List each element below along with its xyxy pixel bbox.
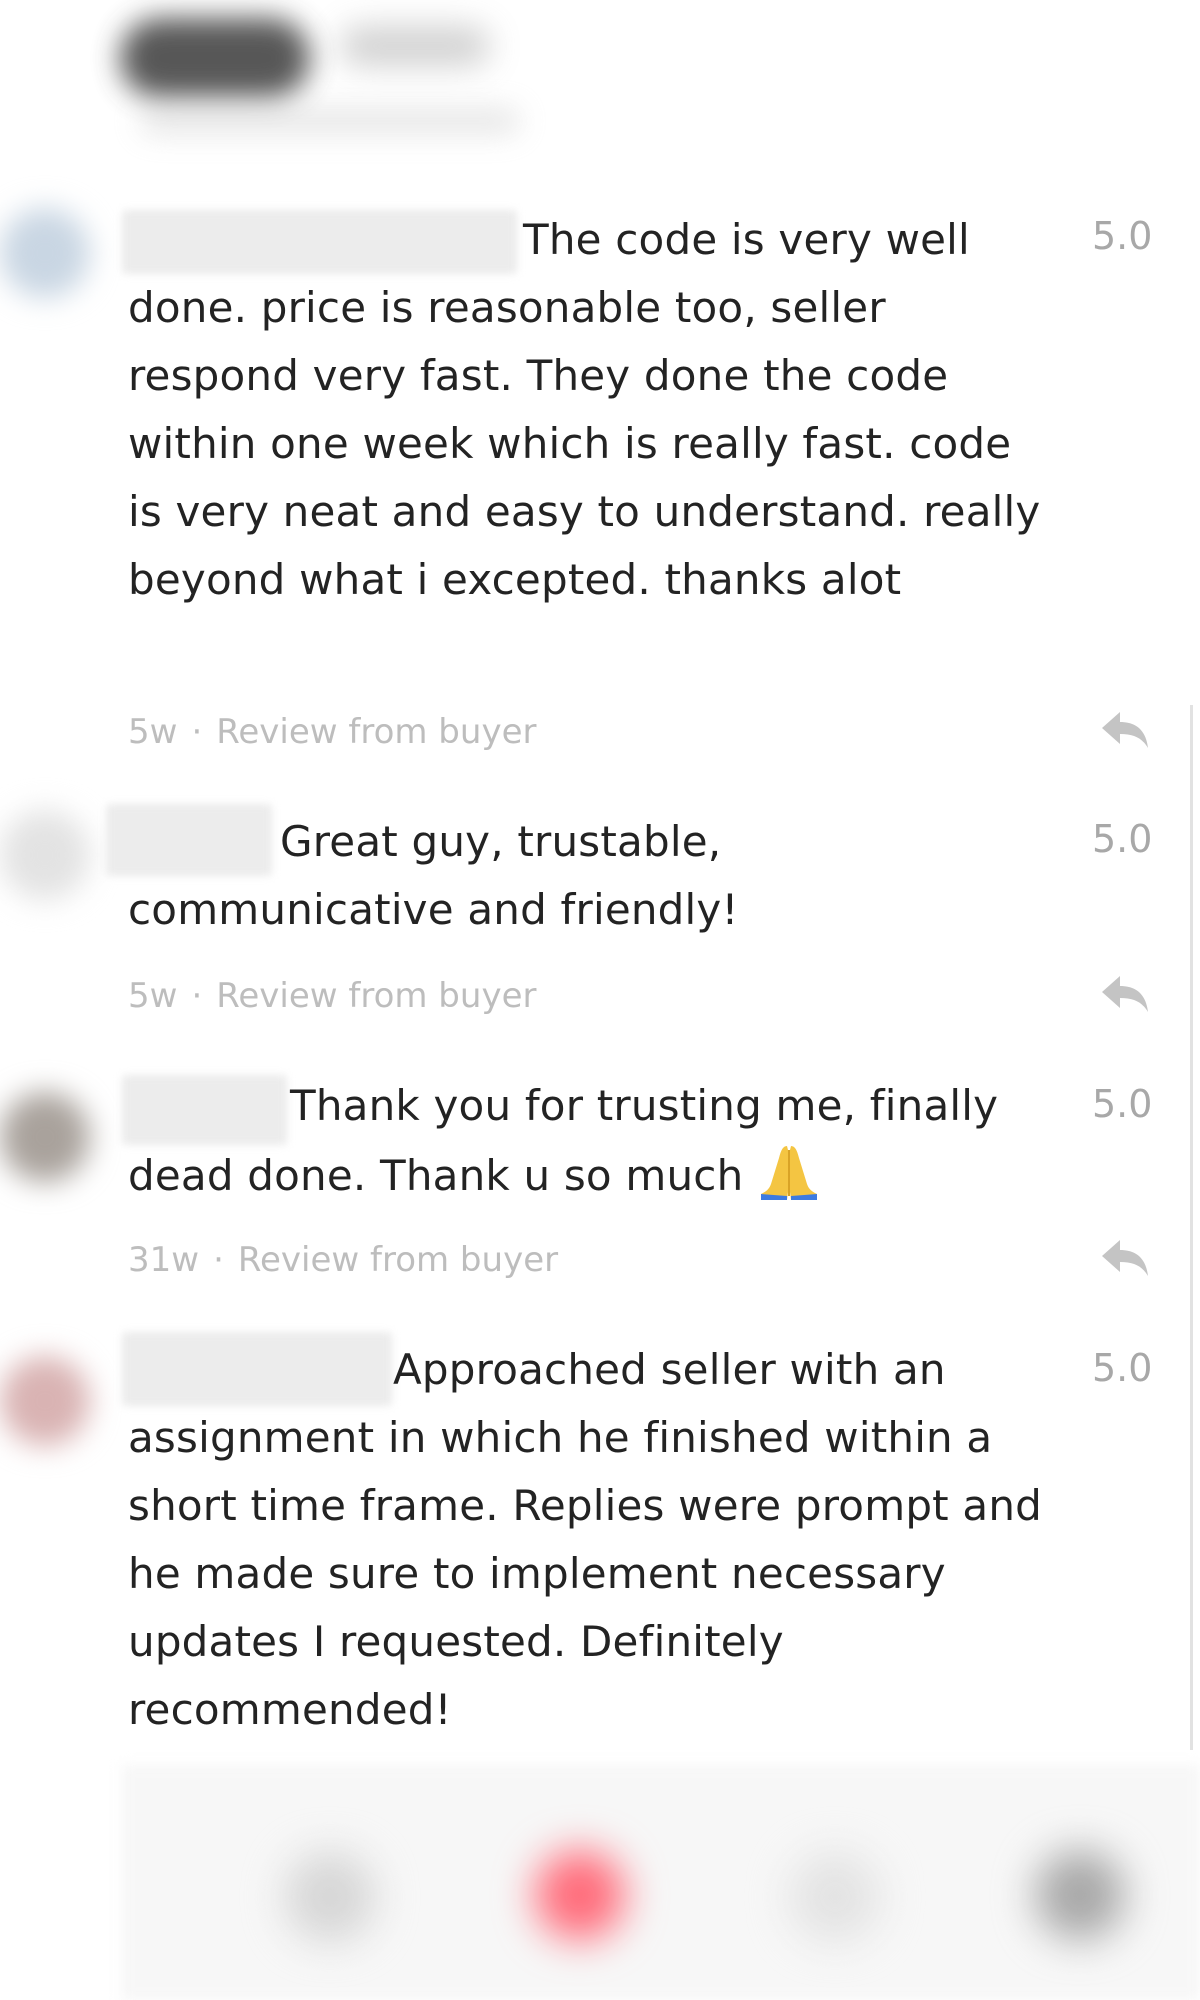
nav-profile-icon[interactable] bbox=[1035, 1850, 1125, 1940]
review-time: 5w bbox=[128, 712, 178, 752]
folded-hands-icon bbox=[760, 1146, 817, 1200]
review-rating: 5.0 bbox=[1092, 214, 1153, 258]
review-meta: 5w · Review from buyer bbox=[128, 974, 536, 1018]
review-text: The code is very well done. price is rea… bbox=[128, 215, 1041, 604]
nav-messages-icon[interactable] bbox=[535, 1850, 625, 1940]
review-time: 31w bbox=[128, 1240, 200, 1280]
review-text: Approached seller with an assignment in … bbox=[128, 1345, 1043, 1734]
review-time: 5w bbox=[128, 976, 178, 1016]
scrollbar-track[interactable] bbox=[1190, 705, 1193, 1750]
review-text: Great guy, trustable, communicative and … bbox=[128, 817, 739, 934]
reply-icon[interactable] bbox=[1098, 1236, 1152, 1280]
reviewer-avatar[interactable] bbox=[0, 208, 90, 298]
meta-separator: · bbox=[213, 1240, 224, 1280]
review-meta: 5w · Review from buyer bbox=[128, 710, 536, 754]
reviewer-avatar[interactable] bbox=[0, 810, 90, 900]
review-rating: 5.0 bbox=[1092, 1346, 1153, 1390]
nav-orders-icon[interactable] bbox=[790, 1852, 880, 1942]
blurred-subtitle bbox=[140, 108, 520, 134]
blurred-header bbox=[110, 12, 530, 134]
review-source: Review from buyer bbox=[216, 976, 537, 1016]
reviewer-avatar[interactable] bbox=[0, 1092, 90, 1182]
review-source: Review from buyer bbox=[216, 712, 537, 752]
blurred-title bbox=[340, 26, 490, 66]
meta-separator: · bbox=[191, 976, 203, 1016]
reviewer-avatar[interactable] bbox=[0, 1356, 90, 1446]
review-rating: 5.0 bbox=[1092, 1082, 1153, 1126]
reply-icon[interactable] bbox=[1098, 708, 1152, 752]
review-rating: 5.0 bbox=[1092, 817, 1153, 861]
reply-icon[interactable] bbox=[1098, 972, 1152, 1016]
blurred-logo bbox=[120, 18, 310, 98]
meta-separator: · bbox=[191, 712, 203, 752]
review-source: Review from buyer bbox=[237, 1240, 559, 1280]
review-meta: 31w · Review from buyer bbox=[128, 1238, 558, 1282]
nav-home-icon[interactable] bbox=[285, 1852, 375, 1942]
review-text: Thank you for trusting me, finally dead … bbox=[128, 1072, 1058, 1210]
review-text-content: Thank you for trusting me, finally dead … bbox=[128, 1081, 999, 1200]
